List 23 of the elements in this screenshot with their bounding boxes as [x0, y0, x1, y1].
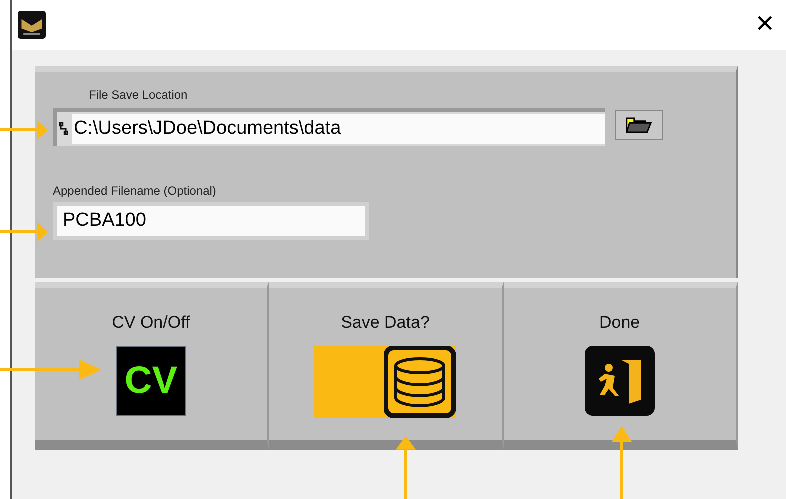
path-value: C:\Users\JDoe\Documents\data	[72, 114, 605, 144]
tile-label: CV On/Off	[112, 312, 190, 334]
folder-icon	[626, 116, 652, 134]
annotation-arrow	[396, 436, 416, 499]
database-icon	[384, 346, 456, 418]
control-tile[interactable]: Done	[504, 282, 738, 450]
control-tile[interactable]: CV On/Off CV	[35, 282, 270, 450]
path-icon	[59, 122, 69, 136]
tile-label: Save Data?	[341, 312, 430, 334]
cv-icon: CV	[116, 346, 186, 416]
annotation-arrow	[0, 120, 48, 140]
field-label: Appended Filename (Optional)	[53, 183, 218, 198]
field-label: File Save Location	[89, 87, 189, 102]
annotation-arrow	[0, 222, 48, 242]
control-tile[interactable]: Save Data?	[269, 282, 504, 450]
close-button[interactable]: ✕	[750, 13, 780, 37]
exit-door-icon	[584, 346, 655, 416]
filename-field[interactable]: PCBA100	[53, 202, 369, 240]
browse-button[interactable]	[615, 110, 663, 140]
app-logo-icon	[18, 11, 46, 39]
tile-label: Done	[600, 312, 640, 334]
path-field[interactable]: C:\Users\JDoe\Documents\data	[53, 108, 605, 146]
toggle-switch[interactable]	[314, 346, 456, 418]
